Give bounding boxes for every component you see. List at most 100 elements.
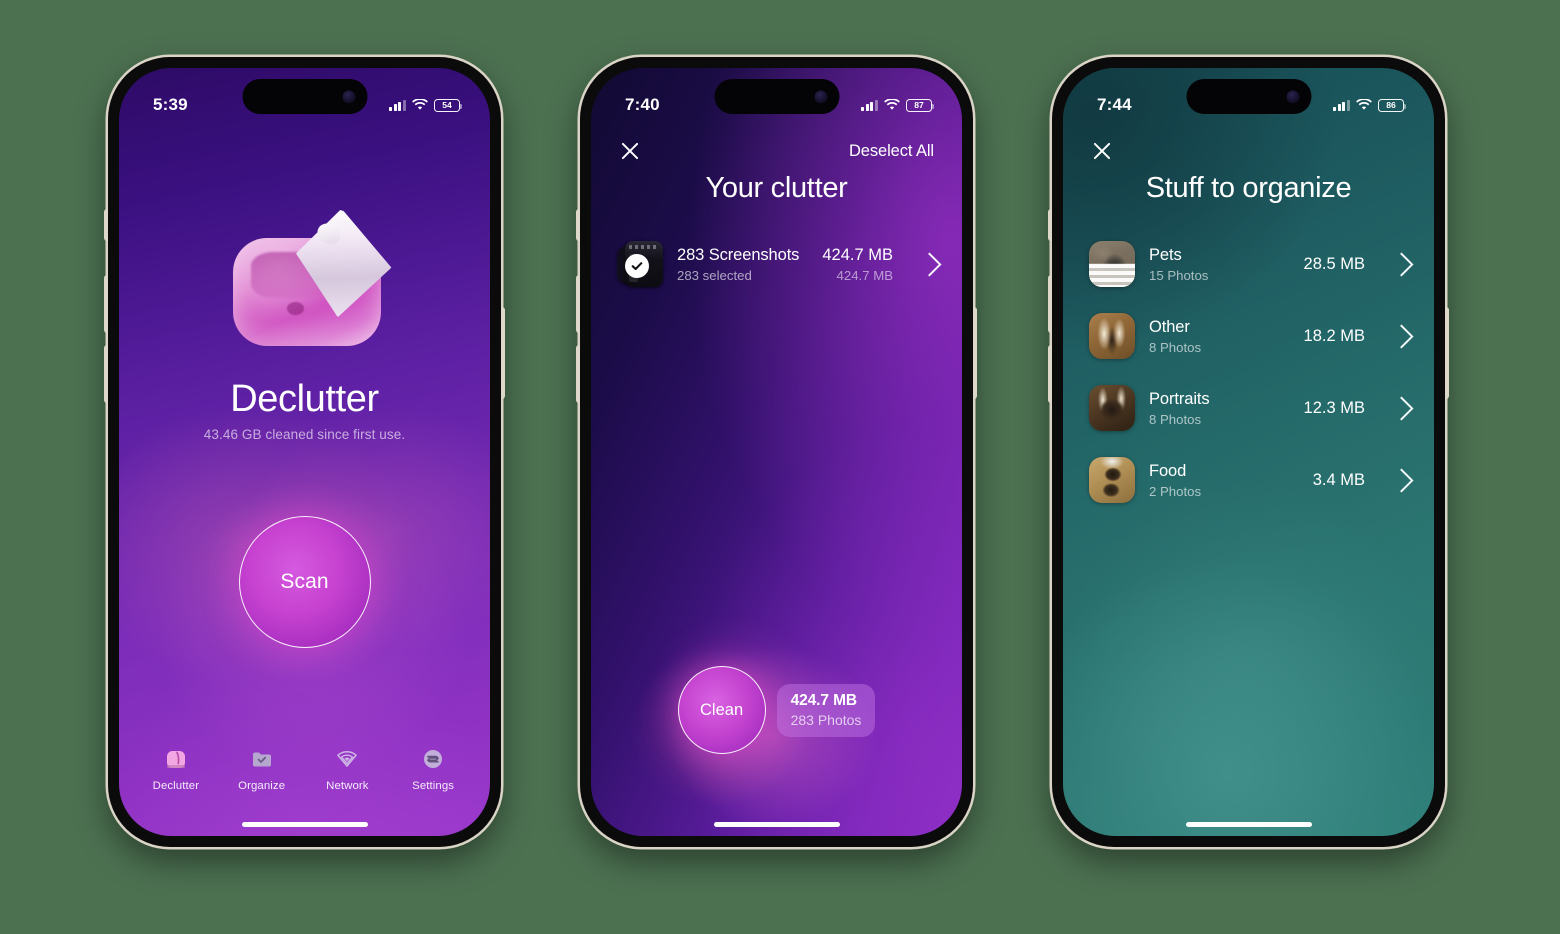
portraits-photo-thumbnail <box>1089 385 1135 431</box>
cellular-bars-icon <box>860 99 878 111</box>
wifi-icon <box>1356 99 1372 111</box>
front-camera-icon <box>342 90 355 103</box>
volume-down-button[interactable] <box>576 345 580 403</box>
list-item-size: 28.5 MB <box>1303 254 1365 273</box>
chevron-right-icon[interactable] <box>1389 323 1414 349</box>
battery-percent: 86 <box>1386 99 1396 110</box>
tab-label: Declutter <box>152 780 200 792</box>
list-item-size: 3.4 MB <box>1312 470 1365 489</box>
list-item-subtitle: 283 selected <box>677 267 752 283</box>
screenshot-stack-thumbnail <box>617 241 663 287</box>
navigation-bar <box>1063 132 1434 170</box>
home-indicator[interactable] <box>713 822 840 827</box>
pets-photo-thumbnail <box>1089 241 1135 287</box>
phone-device-stuff-to-organize: 7:44 86 Stuff to organize Pets 15 Photos <box>1048 57 1449 847</box>
phone-device-your-clutter: 7:40 87 Deselect All Your clutter 283 Sc… <box>576 57 977 847</box>
background-gradient-purple <box>119 68 490 836</box>
silent-switch[interactable] <box>104 209 108 241</box>
status-indicators: 54 <box>388 98 463 112</box>
status-time: 7:40 <box>625 95 660 114</box>
settings-sliders-icon <box>420 746 446 772</box>
volume-down-button[interactable] <box>104 345 108 403</box>
wifi-icon <box>412 99 428 111</box>
list-item[interactable]: Portraits 8 Photos 12.3 MB <box>1063 372 1434 444</box>
battery-percent: 87 <box>914 99 924 110</box>
volume-up-button[interactable] <box>576 275 580 333</box>
power-button[interactable] <box>973 307 977 399</box>
list-item-size-sub: 424.7 MB <box>836 267 893 283</box>
clutter-list: 283 Screenshots 283 selected 424.7 MB 42… <box>591 228 962 300</box>
folder-check-icon <box>249 746 275 772</box>
other-photo-thumbnail <box>1089 313 1135 359</box>
cellular-bars-icon <box>1332 99 1350 111</box>
food-photo-thumbnail <box>1089 457 1135 503</box>
clean-action-area: Clean 424.7 MB 283 Photos <box>591 625 962 795</box>
power-button[interactable] <box>501 307 505 399</box>
tab-label: Organize <box>238 780 286 792</box>
chevron-right-icon[interactable] <box>1389 251 1414 277</box>
status-indicators: 87 <box>860 98 935 112</box>
declutter-bin-icon <box>163 746 189 772</box>
tab-organize[interactable]: Organize <box>225 746 299 792</box>
power-button[interactable] <box>1445 307 1449 399</box>
close-x-icon[interactable] <box>619 140 641 162</box>
page-title: Declutter <box>230 378 379 420</box>
silent-switch[interactable] <box>576 209 580 241</box>
list-item-title: 283 Screenshots <box>677 245 800 264</box>
dynamic-island <box>242 79 367 114</box>
list-item-size: 12.3 MB <box>1303 398 1365 417</box>
list-item-subtitle: 8 Photos <box>1149 411 1202 427</box>
dynamic-island <box>1186 79 1311 114</box>
tab-declutter[interactable]: Declutter <box>139 746 213 792</box>
deselect-all-button[interactable]: Deselect All <box>849 142 934 161</box>
battery-indicator: 87 <box>906 98 935 112</box>
list-item[interactable]: Food 2 Photos 3.4 MB <box>1063 444 1434 516</box>
tab-label: Network <box>326 780 369 792</box>
trash-bin-icon <box>225 216 385 348</box>
status-indicators: 86 <box>1332 98 1407 112</box>
list-item[interactable]: 283 Screenshots 283 selected 424.7 MB 42… <box>591 228 962 300</box>
list-item-title: Portraits <box>1149 389 1210 408</box>
list-item-title: Food <box>1149 461 1187 480</box>
page-title: Your clutter <box>705 172 848 204</box>
battery-percent: 54 <box>442 99 452 110</box>
list-item[interactable]: Other 8 Photos 18.2 MB <box>1063 300 1434 372</box>
tab-network[interactable]: Network <box>310 746 384 792</box>
tab-settings[interactable]: Settings <box>396 746 470 792</box>
battery-indicator: 54 <box>434 98 463 112</box>
status-time: 5:39 <box>153 95 188 114</box>
list-item-title: Pets <box>1149 245 1182 264</box>
list-item-title: Other <box>1149 317 1190 336</box>
volume-down-button[interactable] <box>1048 345 1052 403</box>
chevron-right-icon[interactable] <box>1389 395 1414 421</box>
tab-label: Settings <box>412 780 455 792</box>
close-x-icon[interactable] <box>1091 140 1113 162</box>
home-indicator[interactable] <box>241 822 368 827</box>
clean-summary-badge: 424.7 MB 283 Photos <box>776 683 876 737</box>
list-item-subtitle: 2 Photos <box>1149 483 1202 499</box>
front-camera-icon <box>814 90 827 103</box>
list-item-size: 424.7 MB <box>822 245 893 264</box>
dynamic-island <box>714 79 839 114</box>
volume-up-button[interactable] <box>1048 275 1052 333</box>
chevron-right-icon[interactable] <box>917 251 942 277</box>
scan-button[interactable]: Scan <box>238 516 371 648</box>
list-item-size: 18.2 MB <box>1303 326 1365 345</box>
chevron-right-icon[interactable] <box>1389 467 1414 493</box>
battery-indicator: 86 <box>1378 98 1407 112</box>
home-indicator[interactable] <box>1185 822 1312 827</box>
clean-button[interactable]: Clean <box>677 666 766 754</box>
wifi-signal-icon <box>334 746 360 772</box>
page-title: Stuff to organize <box>1145 172 1352 204</box>
clean-summary-size: 424.7 MB <box>790 691 858 709</box>
volume-up-button[interactable] <box>104 275 108 333</box>
check-circle-icon[interactable] <box>625 254 649 278</box>
front-camera-icon <box>1286 90 1299 103</box>
silent-switch[interactable] <box>1048 209 1052 241</box>
organize-list: Pets 15 Photos 28.5 MB Other 8 Photos 18… <box>1063 228 1434 516</box>
list-item-subtitle: 8 Photos <box>1149 339 1202 355</box>
phone-device-declutter-home: 5:39 54 Declutter 43.46 GB cleaned since… <box>104 57 505 847</box>
list-item[interactable]: Pets 15 Photos 28.5 MB <box>1063 228 1434 300</box>
wifi-icon <box>884 99 900 111</box>
cellular-bars-icon <box>388 99 406 111</box>
